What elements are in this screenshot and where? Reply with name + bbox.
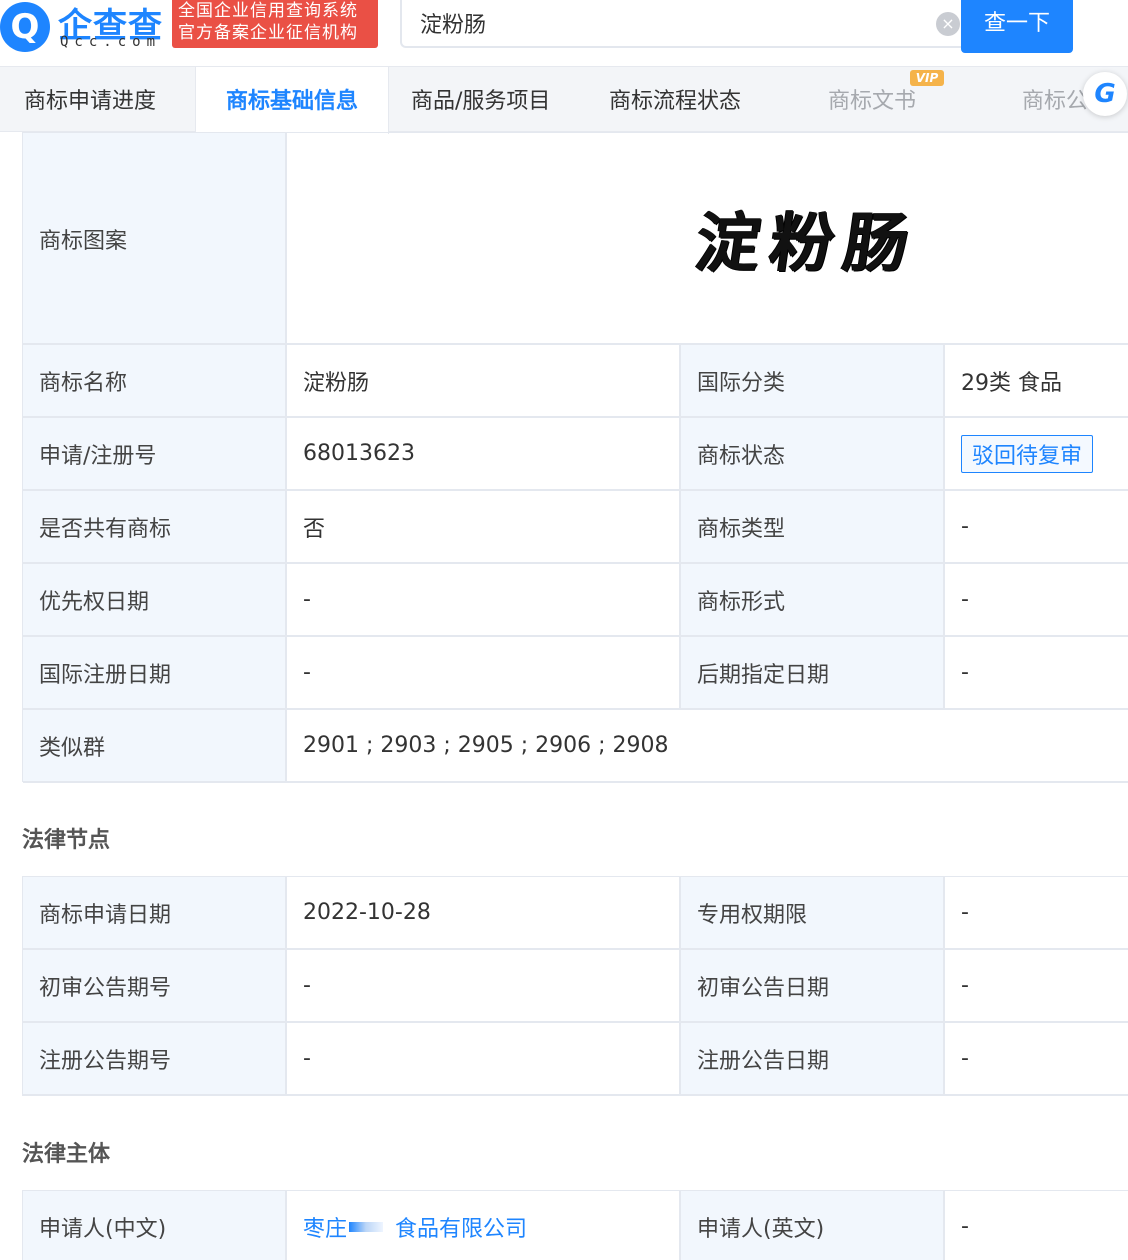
- label-type: 商标类型: [681, 491, 945, 562]
- label-name: 商标名称: [23, 345, 287, 416]
- top-header: Q 企查查 Qcc.com 全国企业信用查询系统 官方备案企业征信机构 × 查一…: [0, 0, 1128, 66]
- legal-nodes-table: 商标申请日期 2022-10-28 专用权期限 - 初审公告期号 - 初审公告日…: [22, 876, 1128, 1096]
- value-reg-no: 68013623: [287, 418, 681, 489]
- label-shared: 是否共有商标: [23, 491, 287, 562]
- tab-application-progress[interactable]: 商标申请进度: [24, 67, 156, 133]
- label-later-date: 后期指定日期: [681, 637, 945, 708]
- label-reg-no: 申请/注册号: [23, 418, 287, 489]
- value-reg-issue: -: [287, 1023, 681, 1094]
- search-box: [400, 0, 962, 48]
- tab-process-status[interactable]: 商标流程状态: [609, 67, 741, 133]
- value-intl-reg-date: -: [287, 637, 681, 708]
- tab-goods-services[interactable]: 商品/服务项目: [411, 67, 550, 133]
- table-row: 优先权日期 - 商标形式 -: [23, 564, 1128, 637]
- value-applicant-cn[interactable]: 枣庄 食品有限公司: [287, 1191, 681, 1260]
- ai-assistant-icon[interactable]: G: [1083, 72, 1127, 116]
- label-similar-group: 类似群: [23, 710, 287, 781]
- search-button[interactable]: 查一下: [961, 0, 1073, 53]
- label-form: 商标形式: [681, 564, 945, 635]
- value-intl-class: 29类 食品: [961, 370, 1062, 396]
- table-row: 注册公告期号 - 注册公告日期 -: [23, 1023, 1128, 1096]
- badge-line-1: 全国企业信用查询系统: [178, 1, 358, 21]
- value-applicant-en: -: [961, 1214, 969, 1239]
- label-applicant-en: 申请人(英文): [681, 1191, 945, 1260]
- table-row: 商标申请日期 2022-10-28 专用权期限 -: [23, 877, 1128, 950]
- value-prelim-issue: -: [287, 950, 681, 1021]
- applicant-link-prefix[interactable]: 枣庄: [303, 1211, 347, 1243]
- logo-subtext: Qcc.com: [60, 34, 162, 50]
- label-pattern: 商标图案: [23, 133, 287, 343]
- label-intl-reg-date: 国际注册日期: [23, 637, 287, 708]
- section-title-legal-nodes: 法律节点: [22, 828, 111, 853]
- trademark-image-text: 淀粉肠: [690, 206, 924, 281]
- vip-badge: VIP: [910, 70, 944, 86]
- applicant-link-suffix[interactable]: 食品有限公司: [395, 1211, 527, 1243]
- tab-basic-info[interactable]: 商标基础信息: [195, 67, 389, 134]
- value-shared: 否: [287, 491, 681, 562]
- section-title-legal-subject: 法律主体: [22, 1142, 111, 1167]
- status-badge[interactable]: 驳回待复审: [961, 434, 1094, 473]
- table-row: 是否共有商标 否 商标类型 -: [23, 491, 1128, 564]
- value-similar-group: 2901 ; 2903 ; 2905 ; 2906 ; 2908: [303, 733, 669, 758]
- tab-documents[interactable]: 商标文书: [828, 67, 916, 133]
- value-type: -: [961, 514, 969, 539]
- table-row: 初审公告期号 - 初审公告日期 -: [23, 950, 1128, 1023]
- tab-bar: 商标申请进度 商标基础信息 商品/服务项目 商标流程状态 商标文书 商标公: [0, 66, 1128, 134]
- value-later-date: -: [961, 660, 969, 685]
- table-row: 国际注册日期 - 后期指定日期 -: [23, 637, 1128, 710]
- value-prelim-date: -: [961, 973, 969, 998]
- label-intl-class: 国际分类: [681, 345, 945, 416]
- badge-line-2: 官方备案企业征信机构: [178, 23, 358, 43]
- label-prelim-issue: 初审公告期号: [23, 950, 287, 1021]
- redaction-mask: [349, 1221, 384, 1232]
- basic-info-table: 商标图案 淀粉肠 商标名称 淀粉肠 国际分类 29类 食品 申请/注册号 680…: [22, 132, 1128, 783]
- value-form: -: [961, 587, 969, 612]
- table-row: 商标图案 淀粉肠: [23, 133, 1128, 345]
- label-reg-issue: 注册公告期号: [23, 1023, 287, 1094]
- table-row: 申请/注册号 68013623 商标状态 驳回待复审: [23, 418, 1128, 491]
- label-exclusive-period: 专用权期限: [681, 877, 945, 948]
- value-exclusive-period: -: [961, 900, 969, 925]
- table-row: 商标名称 淀粉肠 国际分类 29类 食品: [23, 345, 1128, 418]
- value-status: 驳回待复审: [945, 418, 1128, 489]
- label-apply-date: 商标申请日期: [23, 877, 287, 948]
- value-reg-date: -: [961, 1046, 969, 1071]
- value-name: 淀粉肠: [287, 345, 681, 416]
- label-priority-date: 优先权日期: [23, 564, 287, 635]
- qcc-logo-icon[interactable]: Q: [0, 2, 50, 52]
- search-input[interactable]: [420, 6, 920, 40]
- tab-announcement[interactable]: 商标公: [1022, 67, 1092, 133]
- value-priority-date: -: [287, 564, 681, 635]
- label-status: 商标状态: [681, 418, 945, 489]
- legal-subject-table: 申请人(中文) 枣庄 食品有限公司 申请人(英文) -: [22, 1190, 1128, 1260]
- label-applicant-cn: 申请人(中文): [23, 1191, 287, 1260]
- trademark-image[interactable]: 淀粉肠: [287, 133, 1128, 343]
- table-row: 申请人(中文) 枣庄 食品有限公司 申请人(英文) -: [23, 1191, 1128, 1260]
- certification-badge: 全国企业信用查询系统 官方备案企业征信机构: [172, 0, 378, 48]
- label-prelim-date: 初审公告日期: [681, 950, 945, 1021]
- value-apply-date: 2022-10-28: [287, 877, 681, 948]
- label-reg-date: 注册公告日期: [681, 1023, 945, 1094]
- clear-icon[interactable]: ×: [936, 12, 960, 36]
- table-row: 类似群 2901 ; 2903 ; 2905 ; 2906 ; 2908: [23, 710, 1128, 783]
